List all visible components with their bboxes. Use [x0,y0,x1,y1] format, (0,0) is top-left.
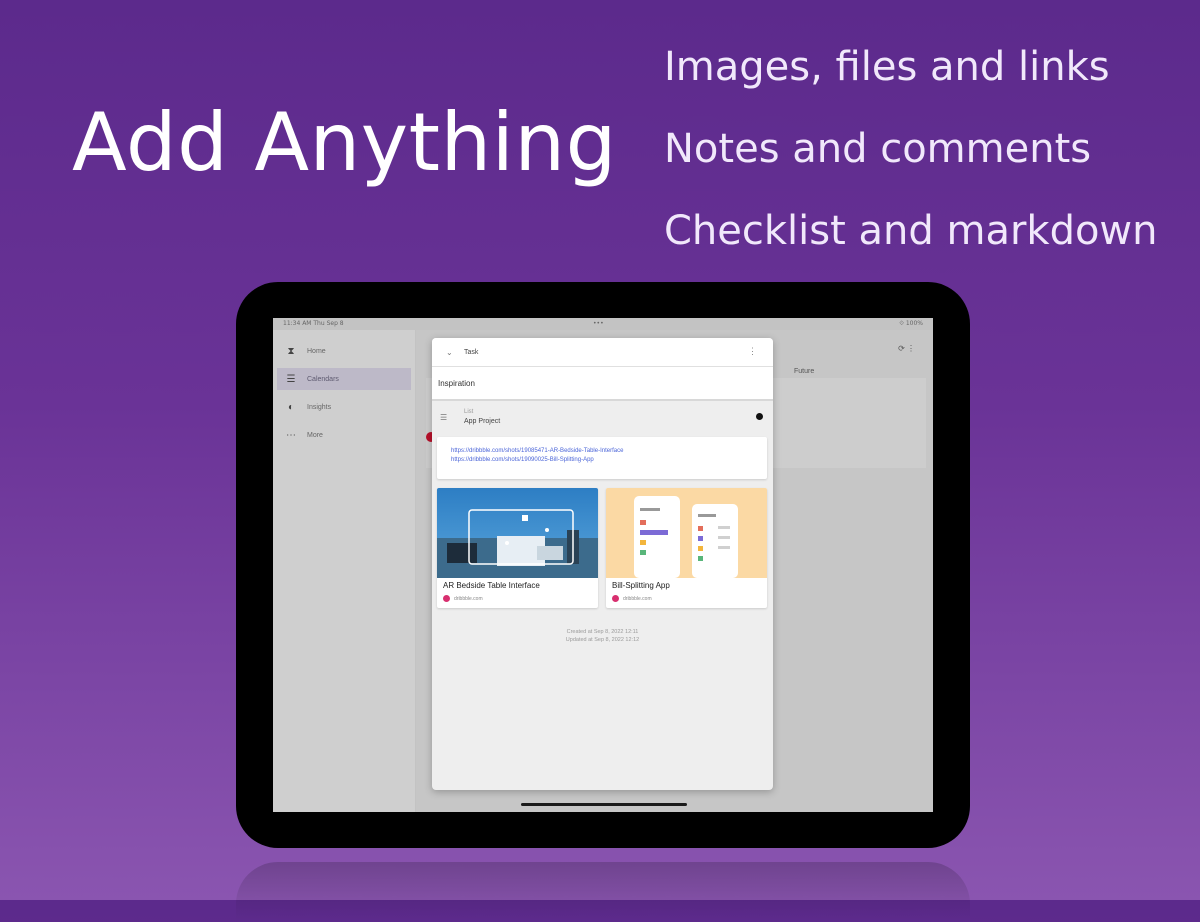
home-indicator[interactable] [521,803,687,806]
feature-item: Notes and comments [664,126,1092,172]
chevron-down-icon[interactable]: ⌄ [446,348,458,357]
list-color-badge [756,413,763,420]
modal-header-label: Task [464,348,479,356]
app-mockup-image [606,488,767,578]
list-key: List [464,409,474,415]
status-battery: ⟐ 100% [899,320,923,327]
sidebar-item-label: Calendars [307,375,339,383]
card-source: dribbble.com [443,595,483,602]
updated-at: Updated at Sep 8, 2022 12:12 [565,637,640,643]
tablet-frame: 11:34 AM Thu Sep 8 ••• ⟐ 100% ⧗ Home ☰ C… [236,282,970,848]
task-meta: Created at Sep 8, 2022 12:11 Updated at … [432,628,773,644]
card-source-label: dribbble.com [623,595,652,602]
link-2[interactable]: https://dribbble.com/shots/19090025-Bill… [451,457,594,463]
card-source: dribbble.com [612,595,652,602]
modal-header: ⌄ Task ⋮ [432,338,773,367]
dribbble-icon [612,595,619,602]
tablet-reflection [236,862,970,922]
sidebar-item-more[interactable]: ⋯ More [277,424,411,446]
dribbble-icon [443,595,450,602]
card-caption: AR Bedside Table Interface [443,581,540,590]
sidebar: ⧗ Home ☰ Calendars ◐ Insights ⋯ More [273,330,415,812]
created-at: Created at Sep 8, 2022 12:11 [566,629,639,635]
sidebar-item-home[interactable]: ⧗ Home [277,340,411,362]
card-source-label: dribbble.com [454,595,483,602]
card-caption: Bill-Splitting App [612,581,670,590]
list-text: List App Project [464,408,500,426]
link-1[interactable]: https://dribbble.com/shots/19085471-AR-B… [451,448,623,454]
list-value: App Project [464,418,501,425]
list-selector[interactable]: ☰ List App Project [432,403,773,431]
hourglass-icon: ⧗ [287,345,295,357]
sidebar-item-label: More [307,431,323,439]
list-icon: ☰ [440,412,448,422]
more-vert-icon[interactable]: ⋮ [748,346,757,357]
attachment-card[interactable]: AR Bedside Table Interface dribbble.com [437,488,598,608]
feature-list: Images, files and links Notes and commen… [664,44,1158,290]
feature-item: Images, files and links [664,44,1110,90]
attachment-card[interactable]: Bill-Splitting App dribbble.com [606,488,767,608]
links-box: https://dribbble.com/shots/19085471-AR-B… [437,437,767,479]
sidebar-item-label: Insights [307,403,332,411]
pie-chart-icon: ◐ [287,401,295,413]
room-image [437,488,598,578]
headline: Add Anything [72,96,617,189]
tablet-screen: 11:34 AM Thu Sep 8 ••• ⟐ 100% ⧗ Home ☰ C… [273,318,933,812]
sidebar-item-label: Home [307,347,326,355]
sidebar-item-calendars[interactable]: ☰ Calendars [277,368,411,390]
toolbar-icons[interactable]: ⟳ ⋮ [898,344,915,353]
future-column-label: Future [794,368,815,375]
list-icon: ☰ [286,373,296,385]
status-time: 11:34 AM Thu Sep 8 [283,320,344,327]
status-dots: ••• [593,320,604,327]
status-bar: 11:34 AM Thu Sep 8 ••• ⟐ 100% [273,318,933,330]
more-icon: ⋯ [286,429,296,441]
sidebar-item-insights[interactable]: ◐ Insights [277,396,411,418]
task-title[interactable]: Inspiration [432,367,773,401]
task-modal: ⌄ Task ⋮ Inspiration ☰ List App Project … [432,338,773,790]
feature-item: Checklist and markdown [664,208,1158,254]
